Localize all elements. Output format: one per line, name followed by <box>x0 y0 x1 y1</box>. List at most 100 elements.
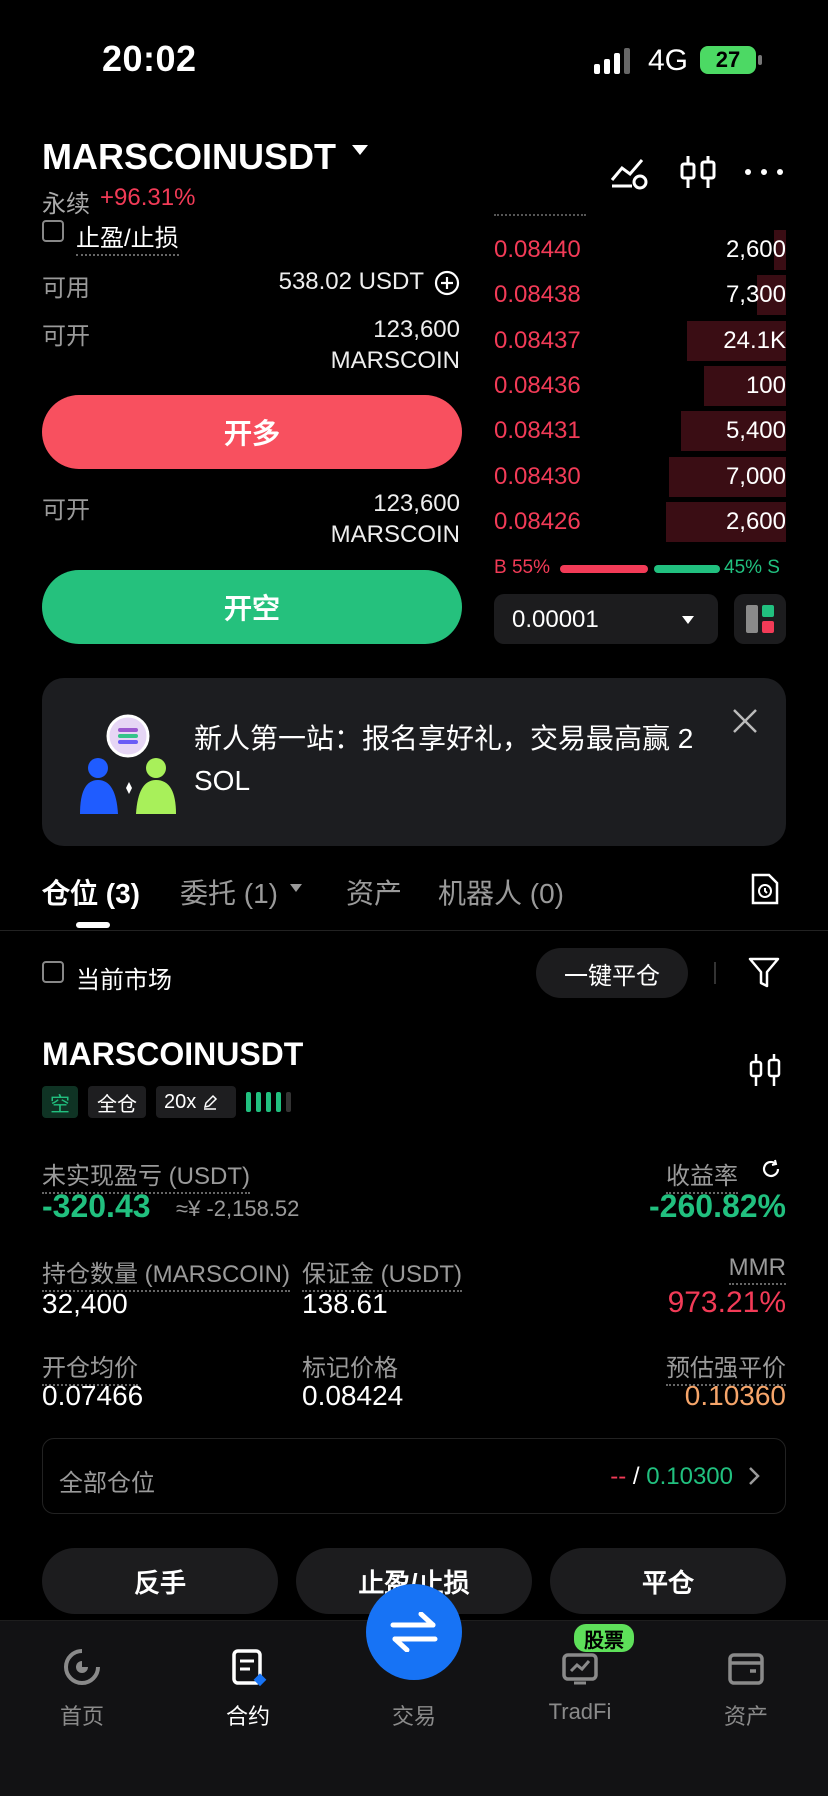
futures-icon <box>232 1649 267 1687</box>
price-change: +96.31% <box>100 184 196 211</box>
more-icon[interactable] <box>744 152 784 192</box>
open-short-unit: MARSCOIN <box>330 521 460 548</box>
risk-level-bars <box>246 1092 296 1117</box>
orderbook-ask-row[interactable]: 0.08437 24.1K <box>494 319 786 363</box>
orderbook-layout-button[interactable] <box>734 594 786 644</box>
promo-banner[interactable]: 新人第一站：报名享好礼，交易最高赢 2 SOL <box>42 678 786 846</box>
orderbook-divider <box>494 214 586 216</box>
tpsl-checkbox[interactable] <box>42 220 64 242</box>
close-all-button[interactable]: 一键平仓 <box>536 948 688 998</box>
position-symbol[interactable]: MARSCOINUSDT <box>42 1036 303 1073</box>
chart-line-icon[interactable] <box>610 152 650 192</box>
margin-value: 138.61 <box>302 1288 388 1319</box>
tab-positions[interactable]: 仓位 (3) <box>42 872 140 912</box>
available-value: 538.02 USDT <box>278 268 424 295</box>
margin-label[interactable]: 保证金 (USDT) <box>302 1254 462 1292</box>
close-position-button[interactable]: 平仓 <box>550 1548 786 1614</box>
tab-bots[interactable]: 机器人 (0) <box>438 872 564 912</box>
buy-ratio: B 55% <box>494 557 550 578</box>
tpsl-label[interactable]: 止盈/止损 <box>76 218 179 256</box>
leverage-value: 20x <box>164 1090 197 1113</box>
candlestick-icon[interactable] <box>678 152 718 192</box>
mmr-value: 973.21% <box>667 1286 786 1319</box>
banner-text: 新人第一站：报名享好礼，交易最高赢 2 SOL <box>194 723 694 796</box>
symbol-title[interactable]: MARSCOINUSDT <box>42 136 336 178</box>
ask-price: 0.08426 <box>494 507 581 535</box>
ask-price: 0.08431 <box>494 417 581 445</box>
network-label: 4G <box>648 44 689 77</box>
battery-level: 27 <box>715 47 741 72</box>
open-long-label: 可开 <box>42 323 90 350</box>
nav-home-label: 首页 <box>59 1704 104 1729</box>
orderbook-ask-row[interactable]: 0.08436 100 <box>494 364 786 408</box>
margin-mode-tag: 全仓 <box>88 1086 146 1118</box>
orderbook-ask-row[interactable]: 0.08438 7,300 <box>494 273 786 317</box>
all-positions-left: -- <box>610 1463 627 1490</box>
open-short-label: 可开 <box>42 497 90 524</box>
leverage-tag[interactable]: 20x <box>156 1086 236 1118</box>
ask-qty: 7,300 <box>725 281 786 309</box>
layout-icon <box>746 605 774 633</box>
open-short-button[interactable]: 开空 <box>42 570 462 644</box>
add-circle-icon[interactable] <box>434 270 460 296</box>
mmr-label[interactable]: MMR <box>728 1254 786 1285</box>
chevron-down-icon <box>682 616 694 624</box>
candlestick-icon[interactable] <box>748 1052 782 1088</box>
open-long-qty: 123,600 <box>373 316 460 343</box>
tab-assets[interactable]: 资产 <box>346 872 402 912</box>
chevron-down-icon[interactable] <box>290 884 302 892</box>
reverse-button[interactable]: 反手 <box>42 1548 278 1614</box>
open-long-button[interactable]: 开多 <box>42 395 462 469</box>
edit-icon <box>204 1094 218 1110</box>
all-positions-label: 全部仓位 <box>59 1470 155 1497</box>
divider <box>714 962 716 984</box>
current-market-checkbox[interactable] <box>42 961 64 983</box>
roe-value: -260.82% <box>649 1188 786 1224</box>
open-short-qty: 123,600 <box>373 490 460 517</box>
all-positions-right: 0.10300 <box>646 1463 733 1490</box>
ask-price: 0.08440 <box>494 236 581 263</box>
nav-tradfi-label: TradFi <box>548 1699 612 1724</box>
orderbook-ask-row[interactable]: 0.08431 5,400 <box>494 409 786 453</box>
nav-assets-label: 资产 <box>723 1704 768 1729</box>
history-document-icon[interactable] <box>750 872 780 906</box>
precision-value: 0.00001 <box>512 606 599 633</box>
all-positions-row[interactable]: 全部仓位 -- / 0.10300 <box>42 1438 786 1514</box>
ask-qty: 2,600 <box>725 507 786 535</box>
ask-qty: 5,400 <box>725 417 786 445</box>
chevron-down-icon[interactable] <box>352 145 368 155</box>
sell-ratio: 45% S <box>724 557 780 578</box>
swap-icon <box>390 1612 438 1652</box>
sell-ratio-bar <box>654 565 720 573</box>
filter-icon[interactable] <box>748 956 780 990</box>
qty-label[interactable]: 持仓数量 (MARSCOIN) <box>42 1254 290 1292</box>
home-icon <box>64 1647 102 1685</box>
signal-icon <box>594 48 630 74</box>
nav-futures-label: 合约 <box>225 1704 270 1729</box>
tab-orders[interactable]: 委托 (1) <box>180 872 278 912</box>
all-positions-sep: / <box>632 1463 640 1490</box>
buy-ratio-bar <box>560 565 648 573</box>
ask-qty: 100 <box>745 371 786 399</box>
close-icon[interactable] <box>732 708 758 734</box>
promo-illustration-icon <box>80 714 176 814</box>
precision-select[interactable]: 0.00001 <box>494 594 718 644</box>
entry-price-value: 0.07466 <box>42 1380 144 1411</box>
trade-fab-button[interactable] <box>366 1584 462 1680</box>
current-market-label[interactable]: 当前市场 <box>76 960 172 995</box>
refresh-icon[interactable] <box>760 1158 782 1180</box>
mark-price-label: 标记价格 <box>302 1355 398 1382</box>
nav-trade-label: 交易 <box>391 1704 436 1729</box>
chevron-right-icon <box>749 1467 760 1485</box>
upnl-value: -320.43 <box>42 1188 151 1224</box>
ask-qty: 24.1K <box>723 326 786 354</box>
wallet-icon <box>728 1653 764 1685</box>
orderbook-ask-row[interactable]: 0.08440 2,600 <box>494 228 786 272</box>
orderbook-ask-row[interactable]: 0.08426 2,600 <box>494 500 786 544</box>
ask-price: 0.08430 <box>494 462 581 490</box>
side-tag: 空 <box>42 1086 78 1118</box>
orderbook-ask-row[interactable]: 0.08430 7,000 <box>494 455 786 499</box>
tab-underline <box>76 922 110 928</box>
open-long-unit: MARSCOIN <box>330 347 460 374</box>
ask-qty: 7,000 <box>725 462 786 490</box>
